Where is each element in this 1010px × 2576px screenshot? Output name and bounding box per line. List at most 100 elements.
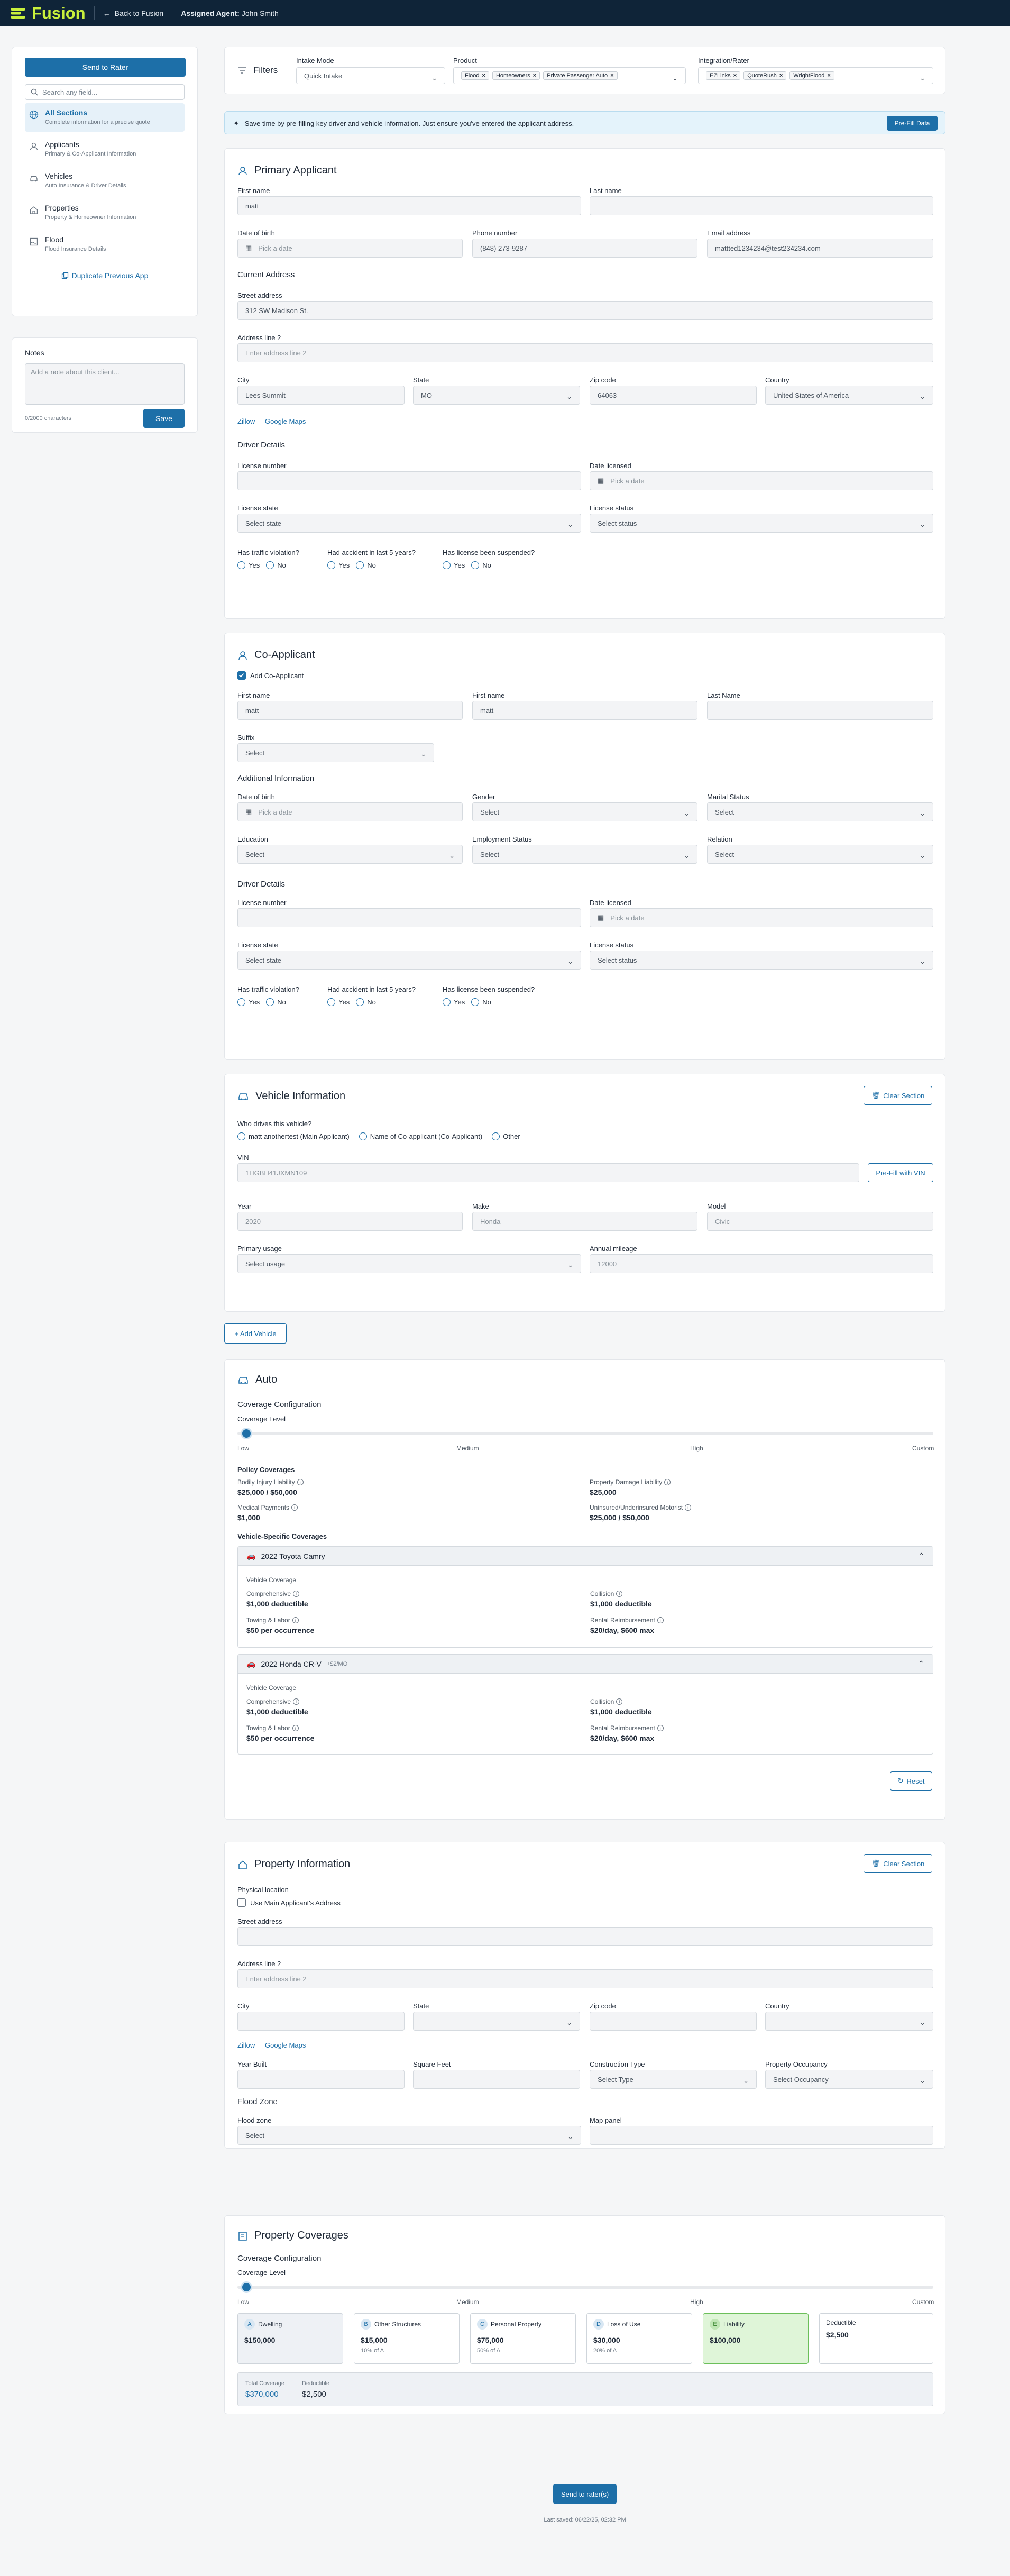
radio-yes[interactable]: Yes: [443, 561, 465, 569]
map-panel-input[interactable]: [590, 2126, 933, 2145]
info-icon[interactable]: i: [292, 1725, 299, 1731]
coverage-box-personal-property[interactable]: C Personal Property $75,000 50% of A: [470, 2313, 576, 2364]
radio-yes[interactable]: Yes: [237, 561, 260, 569]
co-license-number-input[interactable]: [237, 908, 581, 927]
remove-icon[interactable]: ×: [779, 72, 783, 79]
product-multiselect[interactable]: Flood × Homeowners × Private Passenger Aut…: [453, 67, 686, 84]
construction-select[interactable]: Select Type ⌄: [590, 2070, 757, 2089]
reset-button[interactable]: ↻ Reset: [890, 1771, 932, 1791]
intake-mode-select[interactable]: Quick Intake ⌄: [296, 67, 445, 84]
radio-no[interactable]: No: [266, 998, 286, 1006]
radio-main-applicant[interactable]: matt anothertest (Main Applicant): [237, 1132, 350, 1140]
license-number-input[interactable]: [237, 471, 581, 490]
info-icon[interactable]: i: [293, 1698, 300, 1705]
coverage-box-other-structures[interactable]: B Other Structures $15,000 10% of A: [354, 2313, 460, 2364]
mileage-input[interactable]: 12000: [590, 1254, 933, 1273]
radio-no[interactable]: No: [356, 561, 376, 569]
vehicle-coverage-header[interactable]: 🚗 2022 Toyota Camry ⌃: [238, 1547, 933, 1566]
vehicle-coverage-header[interactable]: 🚗 2022 Honda CR-V +$2/MO ⌃: [238, 1655, 933, 1674]
chevron-up-icon[interactable]: ⌃: [918, 1551, 924, 1560]
license-status-select[interactable]: Select status ⌄: [590, 514, 933, 533]
radio-co-applicant[interactable]: Name of Co-applicant (Co-Applicant): [359, 1132, 482, 1140]
coverage-box-loss-of-use[interactable]: D Loss of Use $30,000 20% of A: [586, 2313, 692, 2364]
zillow-link[interactable]: Zillow: [237, 417, 255, 425]
google-maps-link[interactable]: Google Maps: [265, 417, 306, 425]
remove-icon[interactable]: ×: [733, 72, 737, 79]
last-name-input[interactable]: [590, 196, 933, 215]
add-vehicle-button[interactable]: + Add Vehicle: [224, 1323, 287, 1344]
first-name-input[interactable]: matt: [237, 196, 581, 215]
date-licensed-input[interactable]: ▦ Pick a date: [590, 471, 933, 490]
clear-section-button[interactable]: 🗑 Clear Section: [864, 1086, 932, 1105]
zip-input[interactable]: 64063: [590, 386, 757, 405]
co-date-licensed-input[interactable]: ▦ Pick a date: [590, 908, 933, 927]
send-to-rater-button[interactable]: Send to Rater: [25, 58, 186, 77]
use-main-address-checkbox[interactable]: Use Main Applicant's Address: [237, 1898, 341, 1907]
zillow-link[interactable]: Zillow: [237, 2041, 255, 2049]
property-street-input[interactable]: [237, 1927, 933, 1946]
flood-zone-select[interactable]: Select ⌄: [237, 2126, 581, 2145]
vin-input[interactable]: 1HGBH41JXMN109: [237, 1163, 859, 1182]
license-state-select[interactable]: Select state ⌄: [237, 514, 581, 533]
coverage-slider-handle[interactable]: [241, 2281, 252, 2293]
google-maps-link[interactable]: Google Maps: [265, 2041, 306, 2049]
property-country-select[interactable]: ⌄: [765, 2012, 933, 2031]
make-input[interactable]: Honda: [472, 1212, 697, 1231]
clear-section-button[interactable]: 🗑 Clear Section: [864, 1854, 932, 1873]
sidebar-item-properties[interactable]: Properties Property & Homeowner Informati…: [25, 198, 185, 227]
info-icon[interactable]: i: [685, 1504, 692, 1511]
coverage-box-liability[interactable]: E Liability $100,000: [703, 2313, 809, 2364]
coverage-slider-handle[interactable]: [241, 1428, 252, 1439]
year-built-input[interactable]: [237, 2070, 405, 2089]
phone-input[interactable]: (848) 273-9287: [472, 239, 697, 258]
gender-select[interactable]: Select ⌄: [472, 802, 697, 821]
model-input[interactable]: Civic: [707, 1212, 933, 1231]
coverage-slider-track[interactable]: [237, 2286, 933, 2289]
radio-no[interactable]: No: [471, 998, 491, 1006]
coverage-slider-track[interactable]: [237, 1432, 933, 1435]
remove-icon[interactable]: ×: [827, 72, 830, 79]
marital-select[interactable]: Select ⌄: [707, 802, 933, 821]
co-first-name-input[interactable]: matt: [237, 701, 463, 720]
radio-yes[interactable]: Yes: [327, 998, 350, 1006]
info-icon[interactable]: i: [297, 1479, 304, 1485]
usage-select[interactable]: Select usage ⌄: [237, 1254, 581, 1273]
radio-yes[interactable]: Yes: [443, 998, 465, 1006]
sidebar-item-vehicles[interactable]: Vehicles Auto Insurance & Driver Details: [25, 167, 185, 195]
info-icon[interactable]: i: [616, 1591, 623, 1597]
email-input[interactable]: mattted1234234@test234234.com: [707, 239, 933, 258]
add-co-applicant-checkbox[interactable]: Add Co-Applicant: [237, 671, 304, 680]
education-select[interactable]: Select ⌄: [237, 845, 463, 864]
coverage-box-deductible[interactable]: Deductible $2,500: [819, 2313, 933, 2364]
coverage-box-dwelling[interactable]: A Dwelling $150,000: [237, 2313, 343, 2364]
street-input[interactable]: 312 SW Madison St.: [237, 301, 933, 320]
notes-textarea[interactable]: Add a note about this client...: [25, 363, 185, 405]
co-last-name-input[interactable]: [707, 701, 933, 720]
product-chip[interactable]: Flood ×: [461, 71, 489, 80]
address2-input[interactable]: Enter address line 2: [237, 343, 933, 362]
chevron-up-icon[interactable]: ⌃: [918, 1659, 924, 1668]
property-state-select[interactable]: ⌄: [413, 2012, 580, 2031]
search-input[interactable]: Search any field...: [25, 84, 185, 100]
rater-chip[interactable]: QuoteRush ×: [743, 71, 787, 80]
info-icon[interactable]: i: [657, 1725, 664, 1731]
radio-yes[interactable]: Yes: [237, 998, 260, 1006]
prefill-data-button[interactable]: Pre-Fill Data: [887, 116, 938, 131]
rater-chip[interactable]: EZLinks ×: [706, 71, 741, 80]
radio-no[interactable]: No: [266, 561, 286, 569]
duplicate-previous-app-link[interactable]: Duplicate Previous App: [25, 271, 185, 280]
remove-icon[interactable]: ×: [482, 72, 485, 79]
info-icon[interactable]: i: [664, 1479, 671, 1485]
send-to-raters-button[interactable]: Send to rater(s): [553, 2484, 617, 2504]
dob-input[interactable]: ▦ Pick a date: [237, 239, 463, 258]
info-icon[interactable]: i: [292, 1617, 299, 1623]
city-input[interactable]: Lees Summit: [237, 386, 405, 405]
sidebar-item-all-sections[interactable]: All Sections Complete information for a p…: [25, 103, 185, 132]
property-address2-input[interactable]: Enter address line 2: [237, 1969, 933, 1988]
save-note-button[interactable]: Save: [143, 409, 185, 428]
remove-icon[interactable]: ×: [610, 72, 613, 79]
radio-yes[interactable]: Yes: [327, 561, 350, 569]
co-dob-input[interactable]: ▦ Pick a date: [237, 802, 463, 821]
info-icon[interactable]: i: [291, 1504, 298, 1511]
product-chip[interactable]: Private Passenger Auto ×: [543, 71, 618, 80]
